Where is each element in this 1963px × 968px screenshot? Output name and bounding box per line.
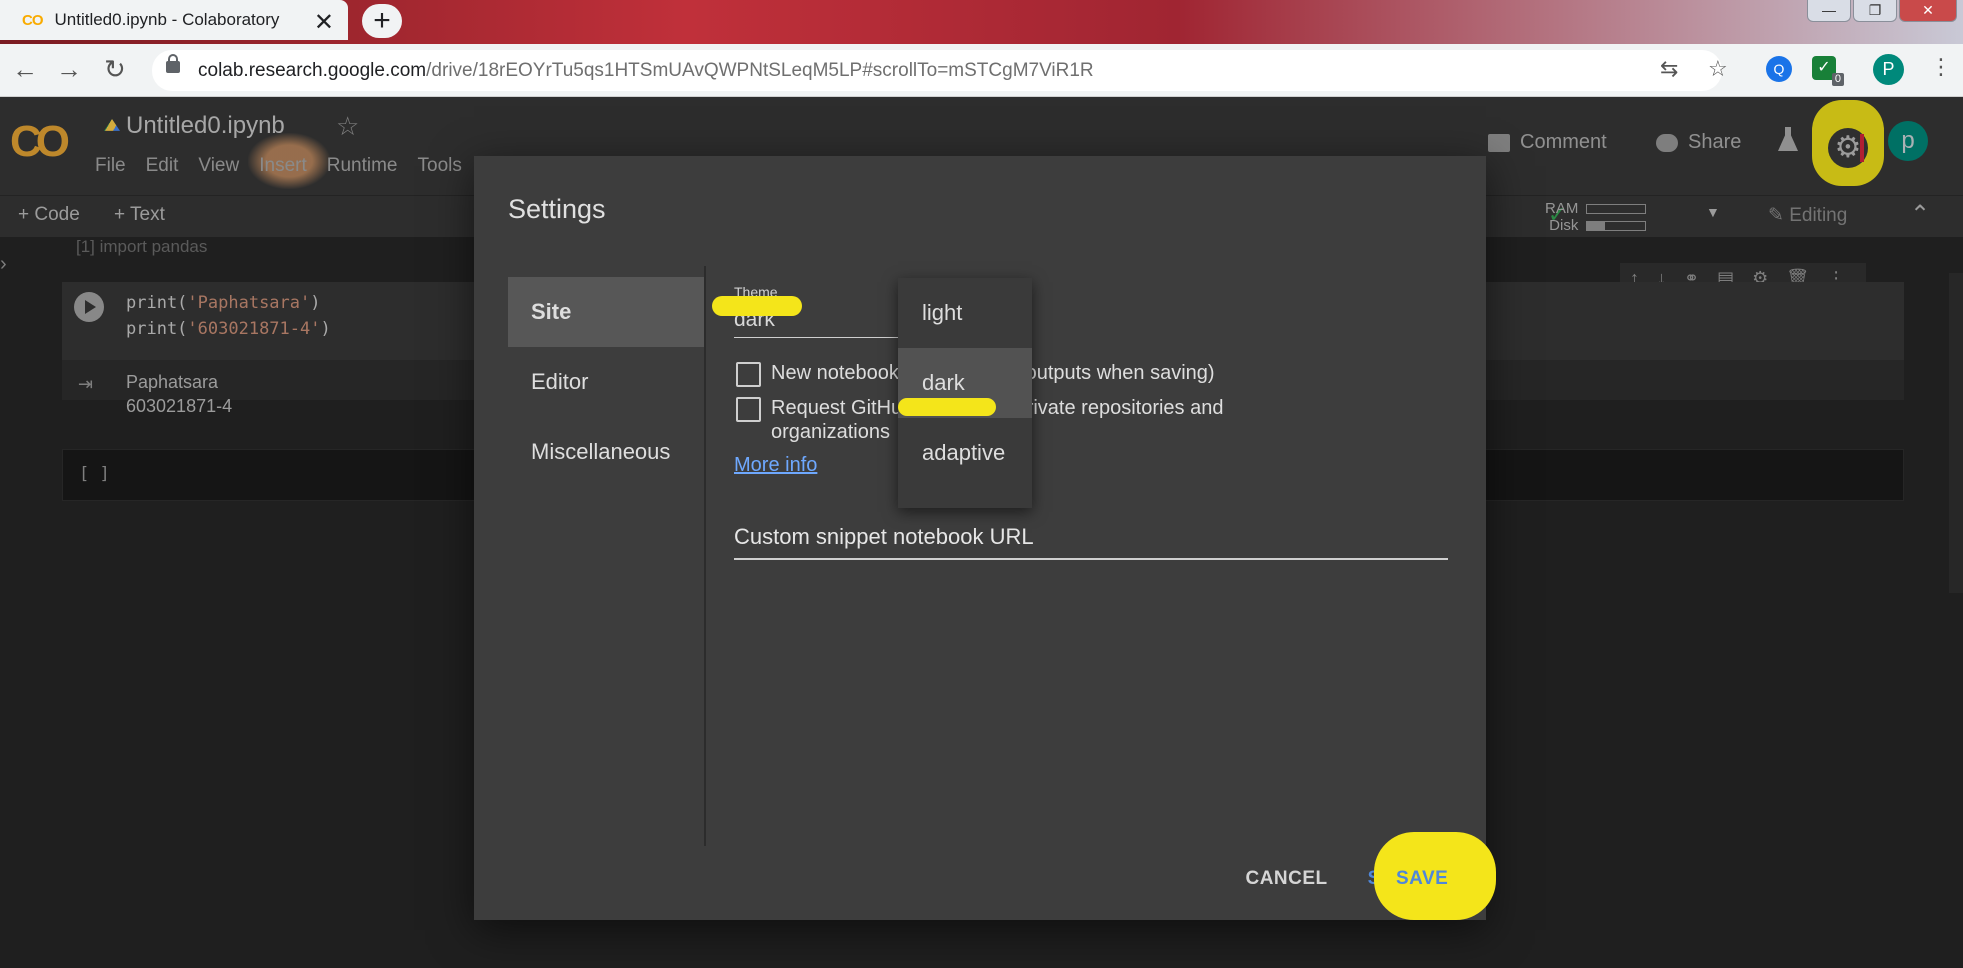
browser-menu-icon[interactable]: ⋮	[1930, 54, 1952, 80]
close-tab-icon[interactable]: ✕	[314, 8, 334, 37]
window-controls: — ❐ ✕	[1807, 0, 1957, 22]
colab-favicon-icon: CO	[22, 11, 43, 29]
address-bar[interactable]: colab.research.google.com/drive/18rEOYrT…	[152, 50, 1722, 91]
close-window-icon[interactable]: ✕	[1899, 0, 1957, 22]
dialog-title: Settings	[508, 194, 606, 224]
bookmark-star-icon[interactable]: ☆	[1708, 56, 1728, 82]
browser-profile-avatar[interactable]: P	[1873, 54, 1904, 85]
theme-option-adaptive[interactable]: adaptive	[898, 418, 1032, 488]
back-arrow-icon[interactable]: ←	[12, 54, 38, 84]
snippet-url-field[interactable]: Custom snippet notebook URL	[734, 524, 1448, 560]
extension-search-icon[interactable]: Q	[1766, 56, 1792, 82]
tab-title: Untitled0.ipynb - Colaboratory	[54, 10, 280, 29]
reload-icon[interactable]: ↻	[104, 54, 126, 84]
browser-tab[interactable]: CO Untitled0.ipynb - Colaboratory ✕	[0, 0, 348, 40]
settings-nav: Site Editor Miscellaneous	[508, 277, 704, 487]
highlight-mark-dark-option	[898, 398, 996, 416]
github-access-checkbox[interactable]	[736, 397, 761, 422]
browser-tabstrip: CO Untitled0.ipynb - Colaboratory ✕ + — …	[0, 0, 1963, 44]
forward-arrow-icon[interactable]: →	[56, 54, 82, 84]
restore-window-icon[interactable]: ❐	[1853, 0, 1897, 22]
highlight-mark-theme	[712, 296, 802, 316]
save-button-label[interactable]: SAVE	[1396, 868, 1448, 890]
extension-check-icon[interactable]: ✓ 0	[1812, 56, 1844, 86]
nav-item-site[interactable]: Site	[508, 277, 704, 347]
url-text: colab.research.google.com/drive/18rEOYrT…	[198, 60, 1094, 81]
browser-toolbar: ← → ↻ colab.research.google.com/drive/18…	[0, 44, 1963, 97]
theme-dropdown-menu: light dark adaptive	[898, 278, 1032, 508]
omit-outputs-label: New notebook outputs (omit outputs when …	[771, 362, 1215, 384]
translate-icon[interactable]: ⇆	[1660, 56, 1678, 82]
nav-divider	[704, 266, 706, 846]
lock-icon	[166, 54, 180, 73]
settings-dialog: Settings Site Editor Miscellaneous Theme…	[474, 156, 1486, 920]
more-info-link[interactable]: More info	[734, 454, 817, 477]
nav-item-miscellaneous[interactable]: Miscellaneous	[508, 417, 704, 487]
nav-item-editor[interactable]: Editor	[508, 347, 704, 417]
omit-outputs-checkbox[interactable]	[736, 362, 761, 387]
theme-option-light[interactable]: light	[898, 278, 1032, 348]
extension-badge: 0	[1831, 73, 1844, 86]
new-tab-button[interactable]: +	[362, 4, 402, 38]
cancel-button[interactable]: CANCEL	[1245, 868, 1327, 890]
minimize-window-icon[interactable]: —	[1807, 0, 1851, 22]
